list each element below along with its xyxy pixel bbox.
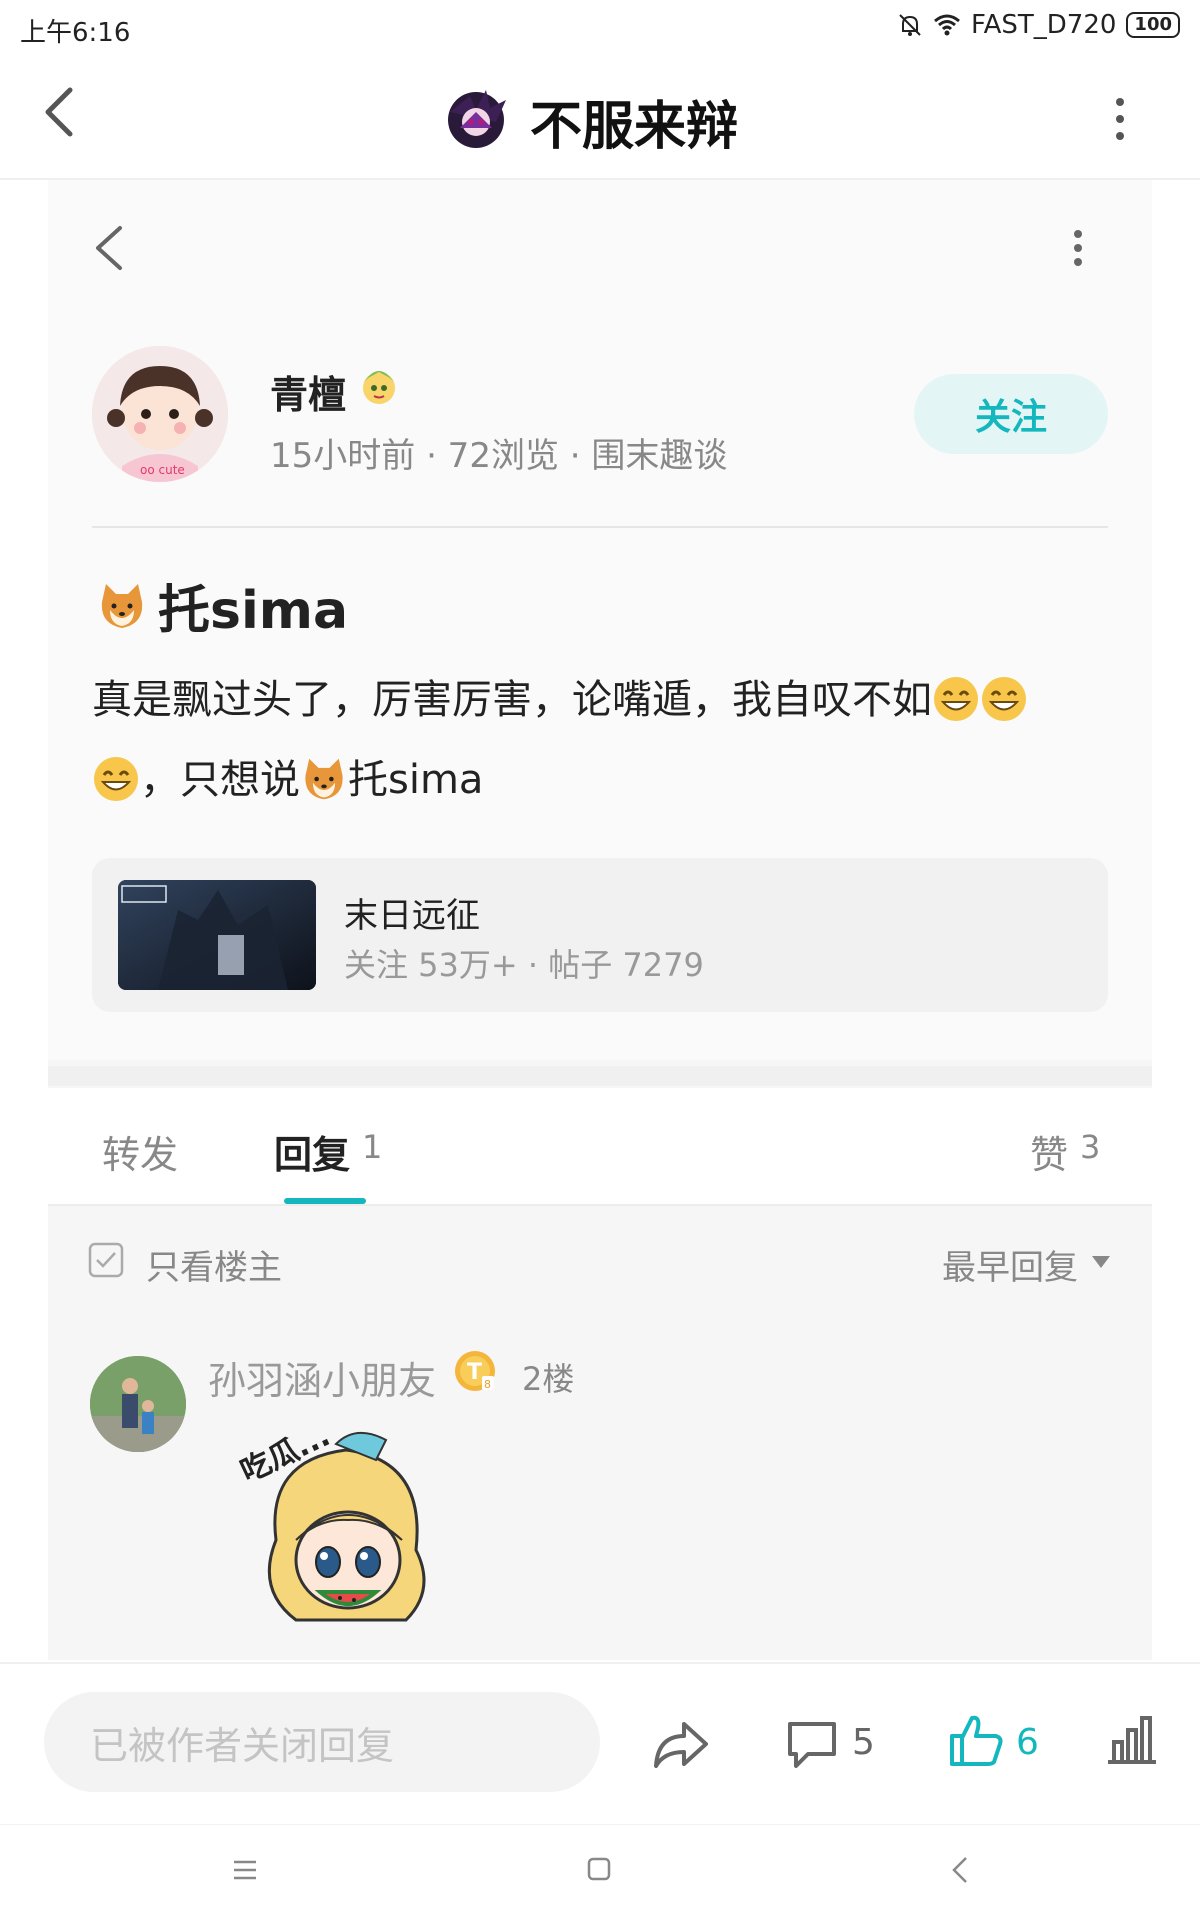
mute-bell-icon [899,14,921,36]
shiba-dog-emoji-icon [305,758,343,800]
svg-text:T: T [467,1360,482,1385]
status-icons: FAST_D720 100 [897,10,1180,40]
section-separator [48,1066,1152,1086]
svg-text:oo cute: oo cute [140,463,185,477]
comment-count: 5 [852,1722,875,1763]
vertical-dots-icon[interactable] [1068,228,1088,268]
post-body-text-1: 真是飘过头了，厉害厉害，论嘴遁，我自叹不如 [92,677,932,723]
tab-reply-count: 1 [362,1128,383,1166]
shiba-dog-emoji-icon [101,583,143,628]
wifi-name: FAST_D720 [971,10,1117,40]
back-chevron-icon[interactable] [950,1856,970,1884]
battery-indicator: 100 [1126,12,1180,38]
active-tab-indicator [284,1198,366,1204]
like-count: 6 [1016,1722,1039,1763]
author-name[interactable]: 青檀 [270,364,346,419]
grin-emoji-icon [94,757,138,801]
thumbs-up-icon[interactable] [948,1710,1004,1770]
follow-button[interactable]: 关注 [914,374,1108,454]
page-title: 不服来辩 [530,97,739,157]
reply-author-avatar[interactable] [90,1356,186,1452]
level-badge-icon: T8 [455,1351,495,1391]
post-title-text: 托sima [158,581,349,641]
tab-forward[interactable]: 转发 [102,1124,178,1179]
grin-emoji-icon [934,677,978,721]
author-avatar[interactable]: oo cute [92,346,228,482]
post-meta: 15小时前 · 72浏览 · 围末趣谈 [270,436,728,476]
anime-character-avatar-icon [448,90,506,148]
divider [92,526,1108,528]
tab-like[interactable]: 赞 [1030,1124,1068,1179]
reply-input-placeholder: 已被作者关闭回复 [90,1723,395,1768]
post-body-text-2: ，只想说 [140,757,300,803]
bar-stats-icon[interactable] [1104,1712,1160,1768]
caret-down-icon[interactable] [1090,1254,1112,1270]
post-title: 托sima [96,568,348,643]
share-arrow-icon[interactable] [650,1714,710,1774]
comment-icon[interactable] [784,1716,840,1772]
top-navigation: 不服来辩 [0,52,1200,180]
only-host-filter[interactable]: 只看楼主 [146,1240,282,1289]
status-bar: 上午6:16 FAST_D720 100 [0,0,1200,52]
checkbox-icon[interactable] [88,1242,124,1278]
tab-like-count: 3 [1080,1128,1101,1166]
sort-dropdown[interactable]: 最早回复 [942,1240,1078,1289]
home-square-icon[interactable] [586,1856,612,1882]
tab-reply[interactable]: 回复 [274,1124,350,1179]
level-badge-icon [363,371,395,404]
chevron-left-icon[interactable] [92,222,126,274]
grin-emoji-icon [982,677,1026,721]
forum-thumbnail[interactable] [118,880,316,990]
forum-name[interactable]: 末日远征 [344,888,480,937]
post-body-text-3: 托sima [348,757,484,803]
tab-bar [48,1088,1152,1206]
girl-avatar-icon: oo cute [92,346,228,482]
reply-author-name[interactable]: 孙羽涵小朋友 [208,1350,436,1405]
vertical-dots-icon[interactable] [1100,94,1140,144]
game-banner-image [118,880,316,990]
anime-girl-eating-watermelon-sticker[interactable]: 吃瓜... [236,1420,456,1650]
post-body: 真是飘过头了，厉害厉害，论嘴遁，我自叹不如 ，只想说 托sima [92,660,1112,820]
reply-input[interactable]: 已被作者关闭回复 [44,1692,600,1792]
status-time: 上午6:16 [20,18,131,48]
svg-text:8: 8 [484,1378,491,1391]
wifi-icon [934,14,960,36]
forum-stats: 关注 53万+ · 帖子 7279 [344,946,704,984]
family-photo-avatar [90,1356,186,1452]
chevron-left-icon[interactable] [40,82,80,142]
reply-floor: 2楼 [522,1360,575,1398]
menu-icon[interactable] [232,1858,258,1882]
